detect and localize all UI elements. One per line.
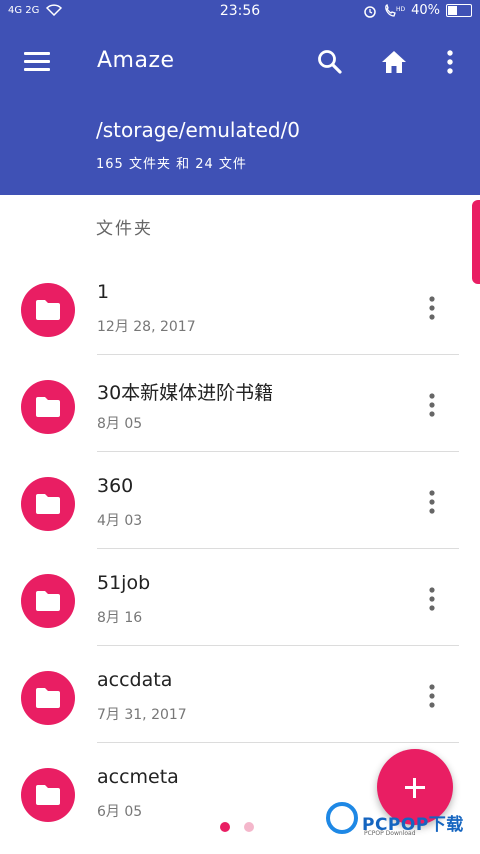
search-icon[interactable]: [317, 49, 343, 75]
folder-icon: [36, 591, 60, 611]
folder-name: 30本新媒体进阶书籍: [97, 382, 274, 404]
folder-date: 6月 05: [97, 804, 143, 820]
app-bar: Amaze: [0, 38, 480, 86]
folder-name: accmeta: [97, 766, 179, 788]
folder-avatar: [21, 671, 75, 725]
folder-name: accdata: [97, 669, 173, 691]
folder-icon: [36, 688, 60, 708]
folder-date: 8月 16: [97, 610, 143, 626]
folder-avatar: [21, 380, 75, 434]
folder-file-summary: 165 文件夹 和 24 文件: [96, 157, 247, 172]
watermark: PCPOP下载 PCPOP Download: [326, 802, 476, 846]
list-item[interactable]: accdata 7月 31, 2017: [0, 646, 480, 743]
folder-avatar: [21, 477, 75, 531]
page-indicator: [220, 822, 254, 832]
alarm-icon: [364, 5, 376, 18]
more-vert-icon[interactable]: [421, 391, 443, 421]
list-item[interactable]: 360 4月 03: [0, 452, 480, 549]
page-dot[interactable]: [244, 822, 254, 832]
folder-icon: [36, 300, 60, 320]
list-item[interactable]: 30本新媒体进阶书籍 8月 05: [0, 355, 480, 452]
menu-icon[interactable]: [24, 52, 50, 72]
svg-text:HD: HD: [396, 6, 405, 13]
watermark-subtext: PCPOP Download: [364, 830, 416, 837]
list-item[interactable]: 1 12月 28, 2017: [0, 258, 480, 355]
status-icons: HD 40%: [363, 3, 472, 18]
home-icon[interactable]: [380, 48, 408, 76]
folder-icon: [36, 494, 60, 514]
folder-name: 1: [97, 281, 110, 303]
more-vert-icon[interactable]: [421, 682, 443, 712]
app-title: Amaze: [97, 48, 175, 73]
folder-date: 4月 03: [97, 513, 143, 529]
more-vert-icon[interactable]: [421, 488, 443, 518]
volte-icon: HD: [385, 3, 405, 17]
battery-icon: [446, 4, 472, 17]
folder-name: 360: [97, 475, 134, 497]
add-icon-stroke: [413, 778, 416, 798]
page-dot-active[interactable]: [220, 822, 230, 832]
folder-date: 12月 28, 2017: [97, 319, 196, 335]
battery-percent: 40%: [411, 3, 440, 18]
folder-name: 51job: [97, 572, 151, 594]
section-title: 文件夹: [96, 219, 153, 239]
more-vert-icon[interactable]: [440, 48, 460, 76]
more-vert-icon[interactable]: [421, 294, 443, 324]
status-bar: 4G 2G 23:56 HD 40%: [0, 0, 480, 24]
folder-avatar: [21, 283, 75, 337]
list-item[interactable]: 51job 8月 16: [0, 549, 480, 646]
folder-icon: [36, 397, 60, 417]
current-path[interactable]: /storage/emulated/0: [96, 118, 300, 142]
folder-avatar: [21, 768, 75, 822]
folder-date: 8月 05: [97, 416, 143, 432]
more-vert-icon[interactable]: [421, 585, 443, 615]
folder-icon: [36, 785, 60, 805]
folder-date: 7月 31, 2017: [97, 707, 187, 723]
header: 4G 2G 23:56 HD 40% Amaze /storage/emulat: [0, 0, 480, 195]
folder-avatar: [21, 574, 75, 628]
watermark-logo: [326, 802, 358, 834]
